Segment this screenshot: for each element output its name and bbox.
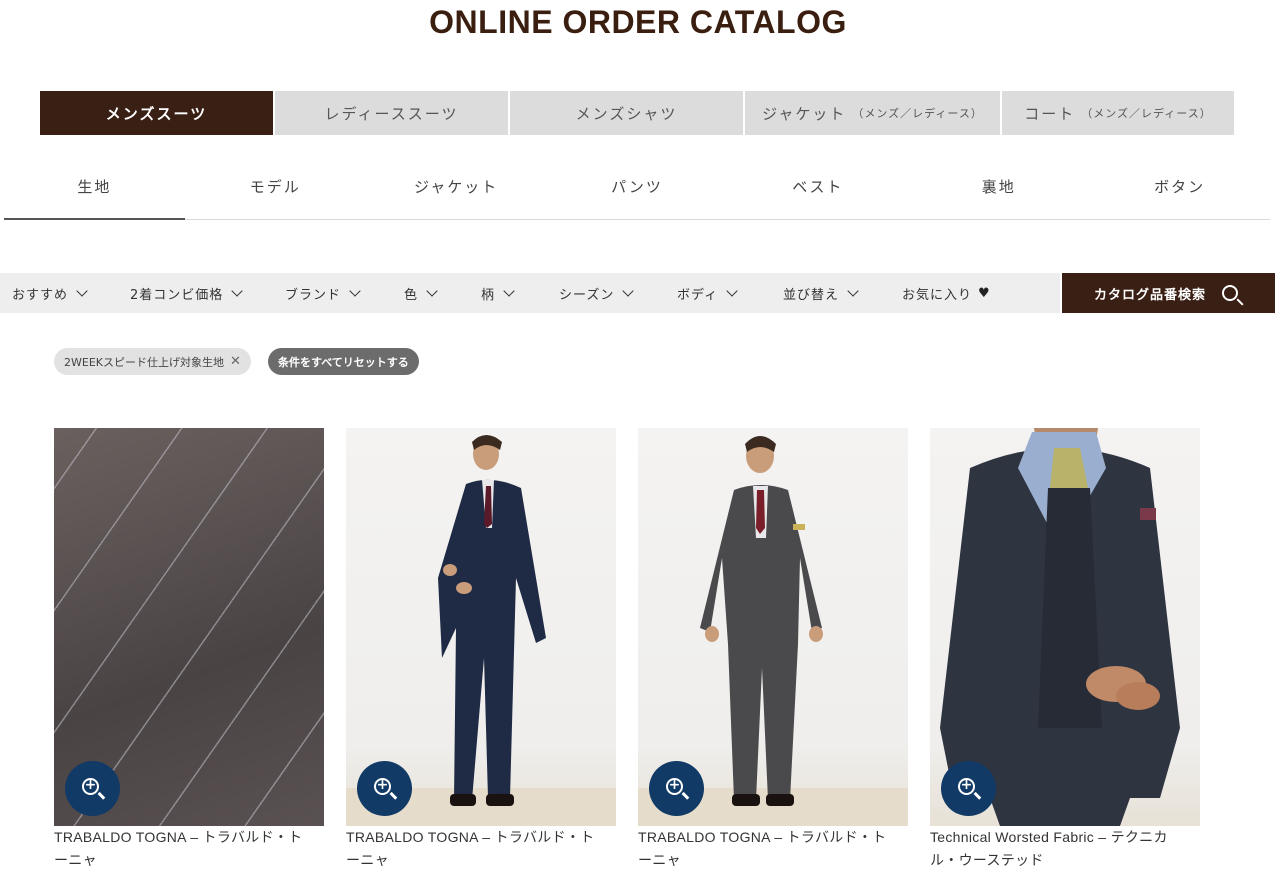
product-name[interactable]: TRABALDO TOGNA – トラバルド・ト ーニャ [54,826,324,872]
subtab-vest[interactable]: ベスト [727,166,908,219]
zoom-in-icon [82,777,99,795]
product-image-model[interactable] [346,428,616,826]
catalog-search-label: カタログ品番検索 [1094,287,1207,303]
chevron-down-icon [503,284,515,297]
sub-tabs: 生地 モデル ジャケット パンツ ベスト 裏地 ボタン [4,166,1270,220]
filter-color[interactable]: 色 [404,284,438,303]
tab-jackets[interactable]: ジャケット （メンズ／レディース） [745,91,1000,135]
product-name[interactable]: Technical Worsted Fabric – テクニカ ル・ウーステッド [930,826,1200,872]
zoom-in-icon [958,777,975,795]
chevron-down-icon [349,284,361,297]
tab-label: メンズスーツ [105,104,208,123]
zoom-button[interactable] [941,761,996,816]
filter-sort[interactable]: 並び替え [783,284,859,303]
zoom-button[interactable] [649,761,704,816]
subtab-model[interactable]: モデル [185,166,366,219]
product-name[interactable]: TRABALDO TOGNA – トラバルド・ト ーニャ [346,826,616,872]
chevron-down-icon [76,284,88,297]
tab-mens-suits[interactable]: メンズスーツ [40,91,273,135]
filter-label: 並び替え [783,287,840,303]
zoom-in-icon [374,777,391,795]
chevron-down-icon [622,284,635,297]
product-card[interactable]: TRABALDO TOGNA – トラバルド・ト ーニャ [54,428,324,872]
product-name-line: ーニャ [346,852,389,868]
filter-recommended[interactable]: おすすめ [12,284,88,303]
subtab-jacket[interactable]: ジャケット [366,166,547,219]
product-image-model[interactable] [930,428,1200,826]
product-card[interactable]: TRABALDO TOGNA – トラバルド・ト ーニャ [638,428,908,872]
filter-label: ボディ [677,287,719,303]
filter-label: 色 [404,287,419,303]
tab-label: レディーススーツ [324,104,459,123]
active-filter-chip[interactable]: 2WEEKスピード仕上げ対象生地 ✕ [54,348,251,375]
page-title: ONLINE ORDER CATALOG [429,4,847,40]
chevron-down-icon [847,284,859,297]
filter-combo-price[interactable]: 2着コンビ価格 [130,284,243,303]
tab-sub-label: （メンズ／レディース） [1081,107,1212,120]
chevron-down-icon [726,284,738,297]
reset-filters-button[interactable]: 条件をすべてリセットする [268,348,419,375]
filter-favorites[interactable]: お気に入り ♥ [902,284,991,303]
filter-label: ブランド [285,287,342,303]
product-card[interactable]: TRABALDO TOGNA – トラバルド・ト ーニャ [346,428,616,872]
tab-label: ジャケット [762,104,847,123]
zoom-button[interactable] [357,761,412,816]
chevron-down-icon [426,284,438,297]
search-icon [1222,285,1239,301]
zoom-button[interactable] [65,761,120,816]
tab-ladies-suits[interactable]: レディーススーツ [275,91,508,135]
product-name-line: TRABALDO TOGNA – トラバルド・ト [54,829,303,845]
filter-label: シーズン [559,287,615,303]
product-name-line: Technical Worsted Fabric – テクニカ [930,829,1168,845]
product-name-line: TRABALDO TOGNA – トラバルド・ト [638,829,887,845]
tab-label: メンズシャツ [575,104,678,123]
tab-sub-label: （メンズ／レディース） [852,107,983,120]
filter-pattern[interactable]: 柄 [481,284,515,303]
tab-coats[interactable]: コート （メンズ／レディース） [1002,91,1234,135]
chevron-down-icon [231,284,243,297]
product-image-fabric[interactable] [54,428,324,826]
product-name-line: ル・ウーステッド [930,852,1044,868]
subtab-fabric[interactable]: 生地 [4,166,185,220]
product-name[interactable]: TRABALDO TOGNA – トラバルド・ト ーニャ [638,826,908,872]
close-icon[interactable]: ✕ [230,354,241,369]
catalog-number-search-button[interactable]: カタログ品番検索 [1062,273,1275,313]
filter-brand[interactable]: ブランド [285,284,361,303]
subtab-lining[interactable]: 裏地 [908,166,1089,219]
filter-bar: おすすめ 2着コンビ価格 ブランド 色 柄 シーズン ボディ 並び替え お気に入… [0,273,1060,313]
filter-label: おすすめ [12,287,69,303]
product-name-line: ーニャ [638,852,681,868]
product-name-line: TRABALDO TOGNA – トラバルド・ト [346,829,595,845]
product-name-line: ーニャ [54,852,97,868]
heart-icon: ♥ [978,285,991,301]
tab-label: コート [1024,104,1076,123]
subtab-buttons[interactable]: ボタン [1089,166,1270,219]
product-image-model[interactable] [638,428,908,826]
tab-mens-shirts[interactable]: メンズシャツ [510,91,743,135]
category-tabs: メンズスーツ レディーススーツ メンズシャツ ジャケット （メンズ／レディース）… [40,91,1234,135]
filter-season[interactable]: シーズン [559,284,635,303]
zoom-in-icon [666,777,683,795]
filter-label: お気に入り [902,287,973,303]
filter-label: 2着コンビ価格 [130,287,224,303]
filter-body[interactable]: ボディ [677,284,738,303]
subtab-pants[interactable]: パンツ [547,166,728,219]
filter-label: 柄 [481,287,496,303]
product-card[interactable]: Technical Worsted Fabric – テクニカ ル・ウーステッド [930,428,1200,872]
chip-label: 2WEEKスピード仕上げ対象生地 [64,355,224,369]
